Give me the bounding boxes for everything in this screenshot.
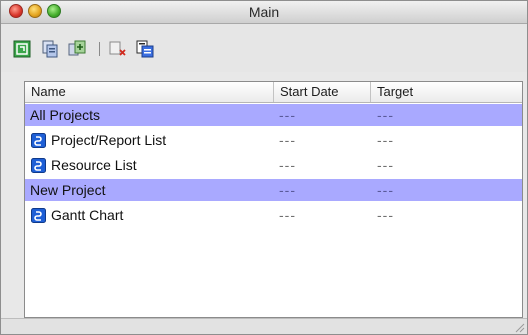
add-item-button[interactable] bbox=[68, 40, 86, 58]
column-header-target[interactable]: Target bbox=[371, 82, 522, 102]
status-bar bbox=[1, 318, 527, 334]
cell-start-date: --- bbox=[279, 107, 296, 123]
document-properties-icon bbox=[136, 40, 154, 58]
table-row-group[interactable]: New Project --- --- bbox=[25, 179, 522, 201]
cell-target: --- bbox=[377, 182, 394, 198]
title-bar[interactable]: Main bbox=[1, 1, 527, 24]
cell-start-date: --- bbox=[279, 157, 296, 173]
document-icon bbox=[31, 133, 46, 148]
table-row[interactable]: Project/Report List --- --- bbox=[25, 129, 522, 151]
toolbar-separator bbox=[99, 42, 100, 56]
cell-name: Gantt Chart bbox=[51, 207, 124, 223]
copy-icon bbox=[42, 40, 58, 58]
cell-target: --- bbox=[377, 132, 394, 148]
cell-name: Project/Report List bbox=[51, 132, 167, 148]
refresh-icon bbox=[13, 40, 31, 58]
cell-target: --- bbox=[377, 157, 394, 173]
project-table: Name Start Date Target All Projects --- --… bbox=[24, 81, 523, 318]
table-row-group[interactable]: All Projects --- --- bbox=[25, 104, 522, 126]
document-icon bbox=[31, 158, 46, 173]
window-title: Main bbox=[248, 4, 280, 20]
table-row[interactable]: Resource List --- --- bbox=[25, 154, 522, 176]
delete-button[interactable] bbox=[109, 40, 127, 58]
copy-button[interactable] bbox=[41, 40, 59, 58]
cell-start-date: --- bbox=[279, 207, 296, 223]
cell-start-date: --- bbox=[279, 182, 296, 198]
toolbar bbox=[1, 24, 527, 72]
column-header-name[interactable]: Name bbox=[25, 82, 274, 102]
cell-target: --- bbox=[377, 107, 394, 123]
resize-grip-icon[interactable] bbox=[513, 321, 525, 333]
table-header: Name Start Date Target bbox=[25, 82, 522, 103]
column-header-start-date[interactable]: Start Date bbox=[274, 82, 371, 102]
cell-name: New Project bbox=[30, 182, 106, 198]
document-properties-button[interactable] bbox=[136, 40, 154, 58]
table-row[interactable]: Gantt Chart --- --- bbox=[25, 204, 522, 226]
cell-target: --- bbox=[377, 207, 394, 223]
cell-start-date: --- bbox=[279, 132, 296, 148]
add-item-icon bbox=[68, 40, 86, 56]
main-window: Main Name Start Date Target All Projects… bbox=[0, 0, 528, 335]
cell-name: Resource List bbox=[51, 157, 137, 173]
cell-name: All Projects bbox=[30, 107, 101, 123]
delete-icon bbox=[109, 41, 126, 56]
refresh-button[interactable] bbox=[13, 40, 31, 58]
document-icon bbox=[31, 208, 46, 223]
